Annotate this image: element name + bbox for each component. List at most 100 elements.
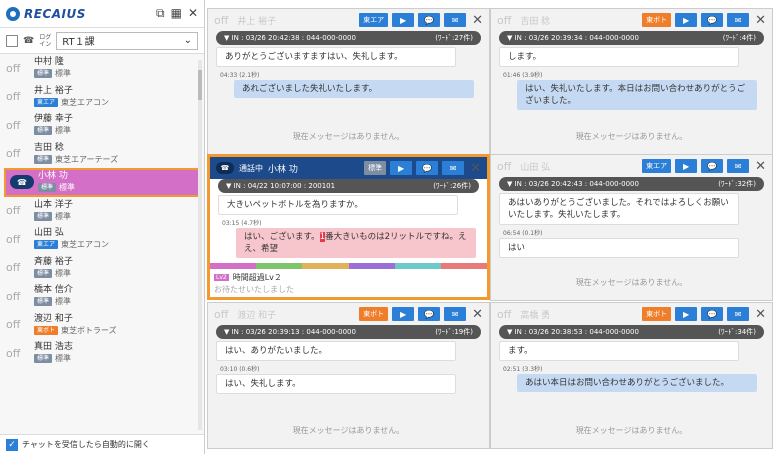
agent-row[interactable]: ☎ 小林 功標準 標準 xyxy=(4,168,200,197)
agent-team: 標準 標準 xyxy=(38,182,75,193)
agent-panel-watanabe: off 渡辺 和子 東ボト ▶ 💬 ✉ ✕ ▼ IN : 03/26 20:39:13 : 0… xyxy=(207,302,490,449)
agent-list: off 中村 隆標準 標準 off 井上 裕子 東エア 東芝エアコン off 伊藤 幸子 標準 標準… xyxy=(0,54,204,368)
panel-tools: 標準 ▶ 💬 ✉ ✕ xyxy=(364,161,481,176)
agent-status: off xyxy=(6,118,21,132)
agent-row[interactable]: off 吉田 稔標準 東芝エアーテーズ xyxy=(0,140,204,169)
play-icon[interactable]: ▶ xyxy=(392,13,415,27)
agent-row[interactable]: off 真田 浩志 標準 標準 xyxy=(0,339,204,368)
message-bubble: します。 xyxy=(499,47,739,67)
call-info-text: ▼ IN : 03/26 20:39:13 : 044-000-0000 xyxy=(224,328,356,336)
stripe-segment xyxy=(302,263,349,269)
message-time: 01:46 (3.9秒) xyxy=(503,72,543,79)
message-text: はい xyxy=(508,243,526,253)
call-info-bar[interactable]: ▼ IN : 03/26 20:39:34 : 044-000-0000 (ﾜｰﾄ… xyxy=(499,31,764,45)
scrollbar-thumb[interactable] xyxy=(198,70,202,100)
auto-open-checkbox[interactable]: ✓ xyxy=(6,438,18,451)
mail-icon[interactable]: ✉ xyxy=(727,13,750,27)
agent-name: 山本 洋子 xyxy=(34,199,73,210)
agent-team-name: 標準 xyxy=(55,354,72,364)
close-icon[interactable]: ✕ xyxy=(472,13,483,28)
mail-icon[interactable]: ✉ xyxy=(442,161,465,175)
chat-icon[interactable]: 💬 xyxy=(701,159,724,173)
message-text: あはいありがとうございました。それではよろしくお願いいたします。失礼いたします。 xyxy=(508,198,729,220)
no-message-text: 現在メッセージはありません。 xyxy=(292,426,405,435)
agent-row[interactable]: off 伊藤 幸子 標準 標準 xyxy=(0,111,204,140)
close-icon[interactable]: ✕ xyxy=(470,161,481,176)
mail-icon[interactable]: ✉ xyxy=(444,307,467,321)
agent-row[interactable]: off 渡辺 和子 東ボト 東芝ボトラーズ xyxy=(0,311,204,340)
panel-agent-name: 山田 弘 xyxy=(520,162,551,173)
call-info-bar[interactable]: ▼ IN : 03/26 20:39:13 : 044-000-0000 (ﾜｰﾄ… xyxy=(216,325,481,339)
agent-team-name: 東芝エアコン xyxy=(61,240,110,250)
play-icon[interactable]: ▶ xyxy=(392,307,415,321)
panel-header: off 高橋 勇 東ボト ▶ 💬 ✉ ✕ xyxy=(491,303,772,325)
play-icon[interactable]: ▶ xyxy=(390,161,413,175)
message-text: はい、失礼いたします。本日はお問い合わせありがとうございました。 xyxy=(525,84,746,106)
chat-icon[interactable]: 💬 xyxy=(418,13,441,27)
chat-icon[interactable]: 💬 xyxy=(418,307,441,321)
group-select[interactable]: RT１課 ⌄ xyxy=(56,31,198,50)
agent-panel-yoshida: off 吉田 稔 東ボト ▶ 💬 ✉ ✕ ▼ IN : 03/26 20:39:34 : 04… xyxy=(490,8,773,155)
panel-agent-name: 井上 裕子 xyxy=(237,16,277,27)
agent-row[interactable]: off 山田 弘東エア 東芝エアコン xyxy=(0,225,204,254)
agent-team: 標準 標準 xyxy=(34,268,73,279)
call-info-text: ▼ IN : 03/26 20:42:38 : 044-000-0000 xyxy=(224,34,356,42)
agent-row[interactable]: off 橋本 信介 標準 標準 xyxy=(0,282,204,311)
agent-team-name: 標準 xyxy=(55,297,72,307)
call-info-bar[interactable]: ▼ IN : 04/22 10:07:00 : 200101 (ﾜｰﾄﾞ:26件) xyxy=(218,179,479,193)
agent-badge: 標準 xyxy=(34,126,53,136)
agent-team-name: 標準 xyxy=(55,211,72,221)
message-text: します。 xyxy=(508,52,542,62)
call-info-text: ▼ IN : 03/26 20:42:43 : 044-000-0000 xyxy=(507,180,639,188)
select-all-checkbox[interactable] xyxy=(6,34,18,47)
call-info-bar[interactable]: ▼ IN : 03/26 20:38:53 : 044-000-0000 (ﾜｰﾄ… xyxy=(499,325,764,339)
close-icon[interactable]: ✕ xyxy=(755,307,766,322)
grid-icon[interactable]: ▦ xyxy=(171,6,182,21)
agent-row[interactable]: off 井上 裕子 東エア 東芝エアコン xyxy=(0,83,204,112)
panel-team-tag: 東エア xyxy=(642,159,672,173)
mail-icon[interactable]: ✉ xyxy=(444,13,467,27)
call-info-text: ▼ IN : 03/26 20:38:53 : 044-000-0000 xyxy=(507,328,639,336)
close-icon[interactable]: ✕ xyxy=(755,159,766,174)
play-icon[interactable]: ▶ xyxy=(675,159,698,173)
agent-badge: 東ボト xyxy=(34,325,59,335)
agent-row[interactable]: off 山本 洋子 標準 標準 xyxy=(0,197,204,226)
on-call-icon: ☎ xyxy=(10,175,34,190)
close-icon[interactable]: ✕ xyxy=(188,6,198,21)
chat-icon[interactable]: 💬 xyxy=(701,13,724,27)
sidebar-scrollbar[interactable] xyxy=(198,60,202,430)
mail-icon[interactable]: ✉ xyxy=(727,159,750,173)
play-icon[interactable]: ▶ xyxy=(675,307,698,321)
agent-row[interactable]: off 斉藤 裕子 標準 標準 xyxy=(0,254,204,283)
agent-status: off xyxy=(6,232,21,246)
transcript: 大きいペットボトルを為りますか。 03:15 (4.7秒) はい、ございます。1番大… xyxy=(210,193,487,260)
message-bubble: あはい本日はお問い合わせありがとうございました。 xyxy=(517,374,757,392)
agent-row[interactable]: off 中村 隆標準 標準 xyxy=(0,54,204,83)
agent-team-name: 東芝エアコン xyxy=(61,97,110,107)
chat-icon[interactable]: 💬 xyxy=(416,161,439,175)
call-info-bar[interactable]: ▼ IN : 03/26 20:42:43 : 044-000-0000 (ﾜｰﾄ… xyxy=(499,177,764,191)
message-bubble: はい、失礼します。 xyxy=(216,374,456,394)
mail-icon[interactable]: ✉ xyxy=(727,307,750,321)
call-info-bar[interactable]: ▼ IN : 03/26 20:42:38 : 044-000-0000 (ﾜｰﾄ… xyxy=(216,31,481,45)
word-count: (ﾜｰﾄﾞ:27件) xyxy=(435,34,473,42)
agent-team-name: 標準 xyxy=(55,69,72,79)
agent-team: 東ボト 東芝ボトラーズ xyxy=(34,325,117,336)
login-filter-label[interactable]: ログ イン xyxy=(39,34,51,48)
transcript: します。 01:46 (3.9秒) はい、失礼いたします。本日はお問い合わせありがと… xyxy=(491,45,772,112)
chat-icon[interactable]: 💬 xyxy=(701,307,724,321)
play-icon[interactable]: ▶ xyxy=(675,13,698,27)
close-icon[interactable]: ✕ xyxy=(755,13,766,28)
on-call-icon: ☎ xyxy=(216,162,234,174)
sidebar-tools: ⧉ ▦ ✕ xyxy=(156,6,198,21)
agent-status: off xyxy=(6,261,21,275)
panel-status: off xyxy=(497,307,512,321)
message-time: 03:10 (0.6秒) xyxy=(220,366,260,373)
level-text-secondary: お待たせいたしました xyxy=(214,285,294,294)
call-status: 通話中 xyxy=(239,163,263,173)
app-logo-text: RECAIUS xyxy=(24,6,86,21)
window-icon[interactable]: ⧉ xyxy=(156,6,165,21)
agent-team-name: 標準 xyxy=(55,268,72,278)
close-icon[interactable]: ✕ xyxy=(472,307,483,322)
call-info-text: ▼ IN : 03/26 20:39:34 : 044-000-0000 xyxy=(507,34,639,42)
